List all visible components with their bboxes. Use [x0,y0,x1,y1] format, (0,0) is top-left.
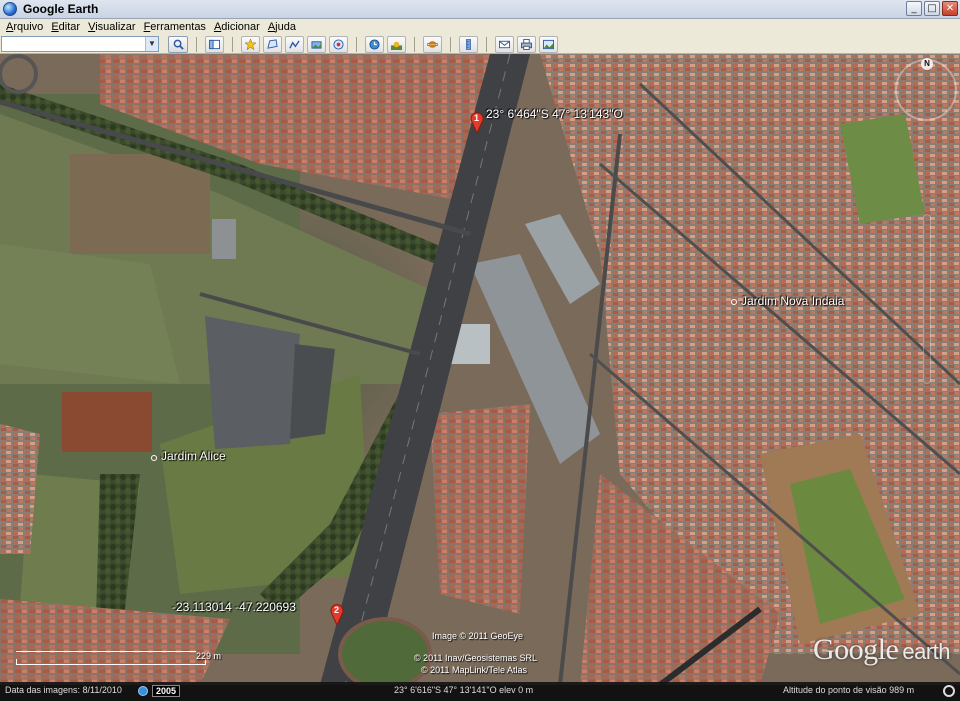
record-tour-icon [333,38,344,50]
menu-adicionar[interactable]: Adicionar [212,21,266,33]
minimize-button[interactable]: _ [906,1,922,16]
imagery-credit: Image © 2011 GeoEye [432,631,524,641]
logo-word: Google [813,633,899,666]
imagery-credit: © 2011 Inav/Geosistemas SRL [414,653,538,663]
menu-bar: Arquivo Editar Visualizar Ferramentas Ad… [0,19,960,35]
menu-visualizar[interactable]: Visualizar [86,21,142,33]
sidebar-icon [209,39,220,49]
save-image-icon [543,39,554,49]
search-button[interactable] [168,35,188,53]
email-button[interactable] [495,35,514,53]
toolbar-separator [414,36,415,52]
print-button[interactable] [517,35,536,53]
eye-altitude: Altitude do ponto de visão 989 m [783,685,915,695]
place-label[interactable]: Jardim Alice [161,449,226,463]
toolbar-separator [486,36,487,52]
historical-imagery-icon [369,38,380,50]
scale-label: 229 m [196,651,222,661]
planets-button[interactable] [423,35,442,53]
zoom-slider[interactable] [923,214,931,384]
sidebar-toggle-button[interactable] [205,35,224,53]
imagery-credit: © 2011 MapLink/Tele Atlas [421,665,528,675]
placemark-label[interactable]: -23.113014 -47.220693 [172,600,296,614]
maximize-button[interactable]: □ [924,1,940,16]
search-dropdown-arrow-icon[interactable]: ▼ [145,37,158,51]
placemark-number: 2 [334,605,340,615]
menu-editar[interactable]: Editar [49,21,86,33]
record-tour-button[interactable] [329,35,348,53]
menu-ajuda[interactable]: Ajuda [266,21,302,33]
status-bar: Data das imagens: 8/11/2010 2005 23° 6'6… [0,682,960,701]
toolbar: ▼ [0,35,960,54]
search-icon [173,39,184,50]
path-icon [289,39,300,48]
ruler-icon [466,38,471,50]
add-path-button[interactable] [285,35,304,53]
polygon-icon [267,38,278,49]
streaming-indicator-icon [943,685,955,697]
toolbar-separator [356,36,357,52]
place-label[interactable]: Jardim Nova Indaia [741,294,844,308]
save-image-button[interactable] [539,35,558,53]
close-button[interactable]: ✕ [942,1,958,16]
place-marker-dot [151,455,157,461]
window-controls: _ □ ✕ [906,1,958,16]
imagery-date: Data das imagens: 8/11/2010 [5,685,122,695]
north-indicator[interactable]: N [921,58,933,70]
place-marker-dot [731,299,737,305]
title-bar: Google Earth _ □ ✕ [0,0,960,19]
cursor-coordinates: 23° 6'616"S 47° 13'141"O elev 0 m [394,685,534,695]
image-overlay-icon [311,40,322,49]
imagery-year-badge[interactable]: 2005 [152,685,181,697]
search-input[interactable]: ▼ [1,36,159,52]
historical-imagery-button[interactable] [365,35,384,53]
sunlight-button[interactable] [387,35,406,53]
logo-word: earth [902,639,950,664]
scale-legend-line [16,651,196,652]
planets-icon [427,40,438,48]
scale-legend [16,659,206,665]
email-icon [499,40,510,48]
add-placemark-button[interactable] [241,35,260,53]
satellite-imagery [0,54,960,685]
menu-arquivo[interactable]: Arquivo [4,21,49,33]
placemark-icon [245,38,256,50]
google-earth-app-icon [3,2,17,16]
placemark-number: 1 [474,113,480,123]
placemark-label[interactable]: 23° 6'464"S 47° 13'143"O [486,107,623,121]
google-earth-logo: Google earth [813,633,950,667]
historical-imagery-icon[interactable] [138,686,148,696]
toolbar-separator [450,36,451,52]
sunlight-icon [391,41,402,50]
toolbar-separator [232,36,233,52]
window-title: Google Earth [23,2,99,16]
ruler-button[interactable] [459,35,478,53]
add-image-overlay-button[interactable] [307,35,326,53]
toolbar-separator [196,36,197,52]
print-icon [521,38,532,50]
map-view[interactable]: Jardim Nova Indaia Jardim Alice 1 23° 6'… [0,54,960,685]
menu-ferramentas[interactable]: Ferramentas [142,21,212,33]
add-polygon-button[interactable] [263,35,282,53]
